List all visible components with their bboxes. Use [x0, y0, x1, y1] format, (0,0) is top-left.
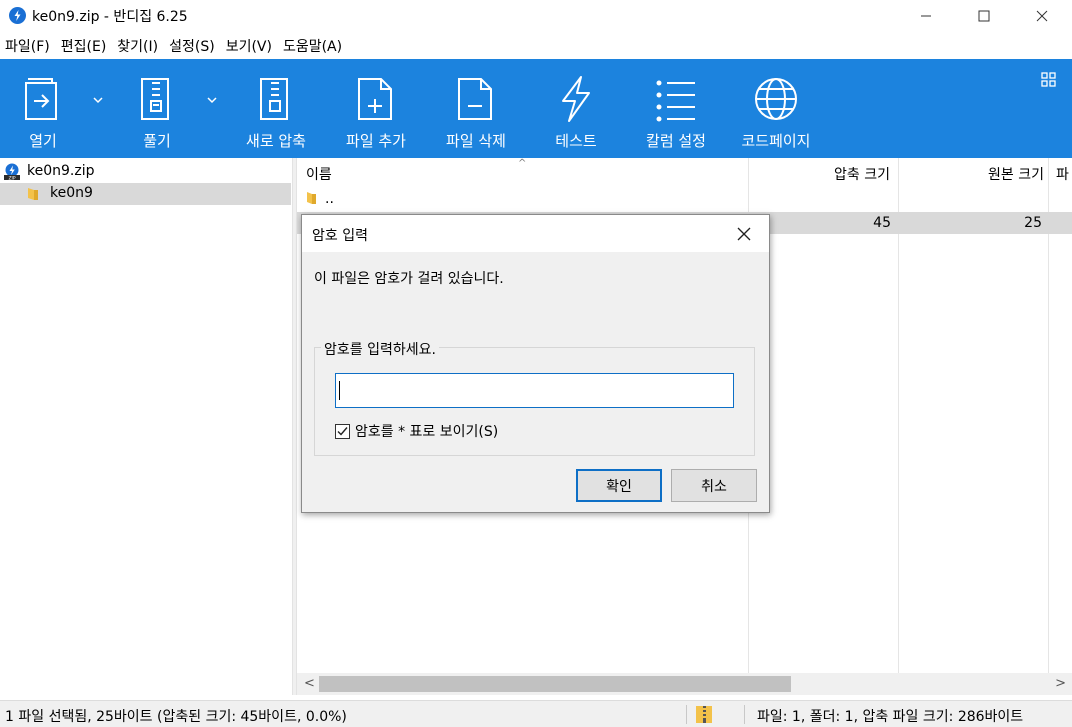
menu-help[interactable]: 도움말(A): [282, 36, 343, 56]
ok-button[interactable]: 확인: [576, 469, 662, 502]
test-label: 테스트: [555, 132, 597, 150]
archive-status: 파일: 1, 폴더: 1, 압축 파일 크기: 286바이트: [757, 709, 1024, 725]
bandizip-logo-icon: [9, 7, 26, 24]
extract-button[interactable]: 풀기: [122, 59, 192, 158]
cancel-button[interactable]: 취소: [671, 469, 757, 502]
status-divider: [686, 705, 687, 724]
selection-status: 1 파일 선택됨, 25바이트 (압축된 크기: 45바이트, 0.0%): [5, 709, 347, 725]
scroll-right-icon[interactable]: >: [1055, 676, 1066, 691]
column-header-more[interactable]: 파: [1056, 164, 1069, 184]
chevron-down-icon: [207, 97, 217, 104]
column-divider: [1048, 158, 1049, 675]
add-file-label: 파일 추가: [346, 132, 406, 150]
chevron-down-icon: [93, 97, 103, 104]
delete-file-button[interactable]: 파일 삭제: [436, 59, 516, 158]
extract-label: 풀기: [143, 132, 171, 150]
menu-bar: 파일(F) 편집(E) 찾기(I) 설정(S) 보기(V) 도움말(A): [0, 33, 1072, 59]
test-button[interactable]: 테스트: [536, 59, 616, 158]
folder-tree: ZIP ke0n9.zip ke0n9: [0, 158, 292, 695]
lightning-icon: [562, 76, 590, 122]
window-title: ke0n9.zip - 반디집 6.25: [32, 9, 188, 25]
toolbar: 열기 풀기 새로 압축 파일 추가 파일 삭제 테스트 칼럼 설정 코드페이지: [0, 59, 1072, 158]
minimize-icon: [921, 15, 931, 17]
password-input[interactable]: [335, 373, 734, 408]
maximize-button[interactable]: [961, 0, 1007, 32]
delete-file-icon: [458, 78, 492, 120]
extract-icon: [141, 78, 169, 120]
open-button[interactable]: 열기: [8, 59, 78, 158]
open-icon: [25, 78, 57, 120]
maximize-icon: [978, 10, 990, 22]
dialog-close-icon[interactable]: [734, 224, 754, 244]
add-file-icon: [358, 78, 392, 120]
menu-edit[interactable]: 편집(E): [60, 36, 108, 56]
tree-item-folder[interactable]: ke0n9: [0, 183, 291, 205]
scroll-left-icon[interactable]: <: [304, 676, 315, 691]
open-label: 열기: [29, 132, 57, 150]
original-size-cell: 25: [1024, 215, 1042, 231]
menu-view[interactable]: 보기(V): [225, 36, 273, 56]
checkbox-box[interactable]: [335, 423, 350, 439]
scrollbar-thumb[interactable]: [319, 676, 791, 692]
dialog-message: 이 파일은 암호가 걸려 있습니다.: [314, 271, 504, 287]
show-password-label: 암호를 * 표로 보이기(S): [355, 424, 499, 440]
menu-settings[interactable]: 설정(S): [168, 36, 216, 56]
layout-grid-icon[interactable]: [1041, 72, 1057, 88]
close-icon: [1036, 10, 1048, 22]
new-archive-icon: [260, 78, 288, 120]
close-window-button[interactable]: [1019, 0, 1065, 32]
open-dropdown-button[interactable]: [93, 92, 103, 108]
list-header: 이름 ^ 압축 크기 원본 크기 파: [297, 158, 1072, 188]
menu-find[interactable]: 찾기(I): [116, 36, 159, 56]
menu-file[interactable]: 파일(F): [4, 36, 51, 56]
zip-file-icon: ZIP: [4, 163, 20, 182]
dialog-title: 암호 입력: [312, 228, 368, 244]
password-group: 암호를 입력하세요. 암호를 * 표로 보이기(S): [314, 339, 755, 456]
tree-item-archive[interactable]: ZIP ke0n9.zip: [0, 160, 292, 182]
sort-ascending-icon: ^: [518, 158, 527, 169]
archive-zip-icon: [696, 706, 712, 723]
column-settings-button[interactable]: 칼럼 설정: [636, 59, 716, 158]
delete-file-label: 파일 삭제: [446, 132, 506, 150]
tree-root-label: ke0n9.zip: [27, 163, 95, 179]
add-file-button[interactable]: 파일 추가: [336, 59, 416, 158]
password-group-label: 암호를 입력하세요.: [321, 339, 439, 359]
compressed-size-cell: 45: [873, 215, 891, 231]
folder-icon: [307, 192, 316, 204]
column-header-name[interactable]: 이름: [306, 164, 332, 184]
folder-icon: [28, 188, 38, 200]
show-password-checkbox[interactable]: 암호를 * 표로 보이기(S): [335, 421, 498, 441]
tree-child-label: ke0n9: [50, 185, 93, 201]
minimize-button[interactable]: [903, 0, 949, 32]
new-archive-button[interactable]: 새로 압축: [236, 59, 316, 158]
dialog-title-bar: 암호 입력: [302, 215, 769, 252]
column-divider: [898, 158, 899, 675]
checkmark-icon: [337, 426, 348, 436]
svg-text:ZIP: ZIP: [8, 176, 15, 182]
text-caret: [339, 381, 340, 400]
extract-dropdown-button[interactable]: [207, 92, 217, 108]
parent-folder-label: ..: [325, 191, 334, 207]
title-bar: ke0n9.zip - 반디집 6.25: [0, 0, 1072, 32]
status-divider: [744, 705, 745, 724]
globe-icon: [755, 78, 797, 120]
column-header-original[interactable]: 원본 크기: [988, 164, 1044, 184]
horizontal-scrollbar[interactable]: < >: [297, 673, 1072, 695]
codepage-label: 코드페이지: [741, 132, 811, 150]
status-bar: 1 파일 선택됨, 25바이트 (압축된 크기: 45바이트, 0.0%) 파일…: [0, 700, 1072, 727]
column-settings-icon: [656, 80, 695, 122]
password-dialog: 암호 입력 이 파일은 암호가 걸려 있습니다. 암호를 입력하세요. 암호를 …: [301, 214, 770, 513]
new-archive-label: 새로 압축: [246, 132, 306, 150]
codepage-button[interactable]: 코드페이지: [731, 59, 821, 158]
list-item-parent[interactable]: ..: [297, 189, 1072, 211]
column-settings-label: 칼럼 설정: [646, 132, 706, 150]
column-header-compressed[interactable]: 압축 크기: [834, 164, 890, 184]
